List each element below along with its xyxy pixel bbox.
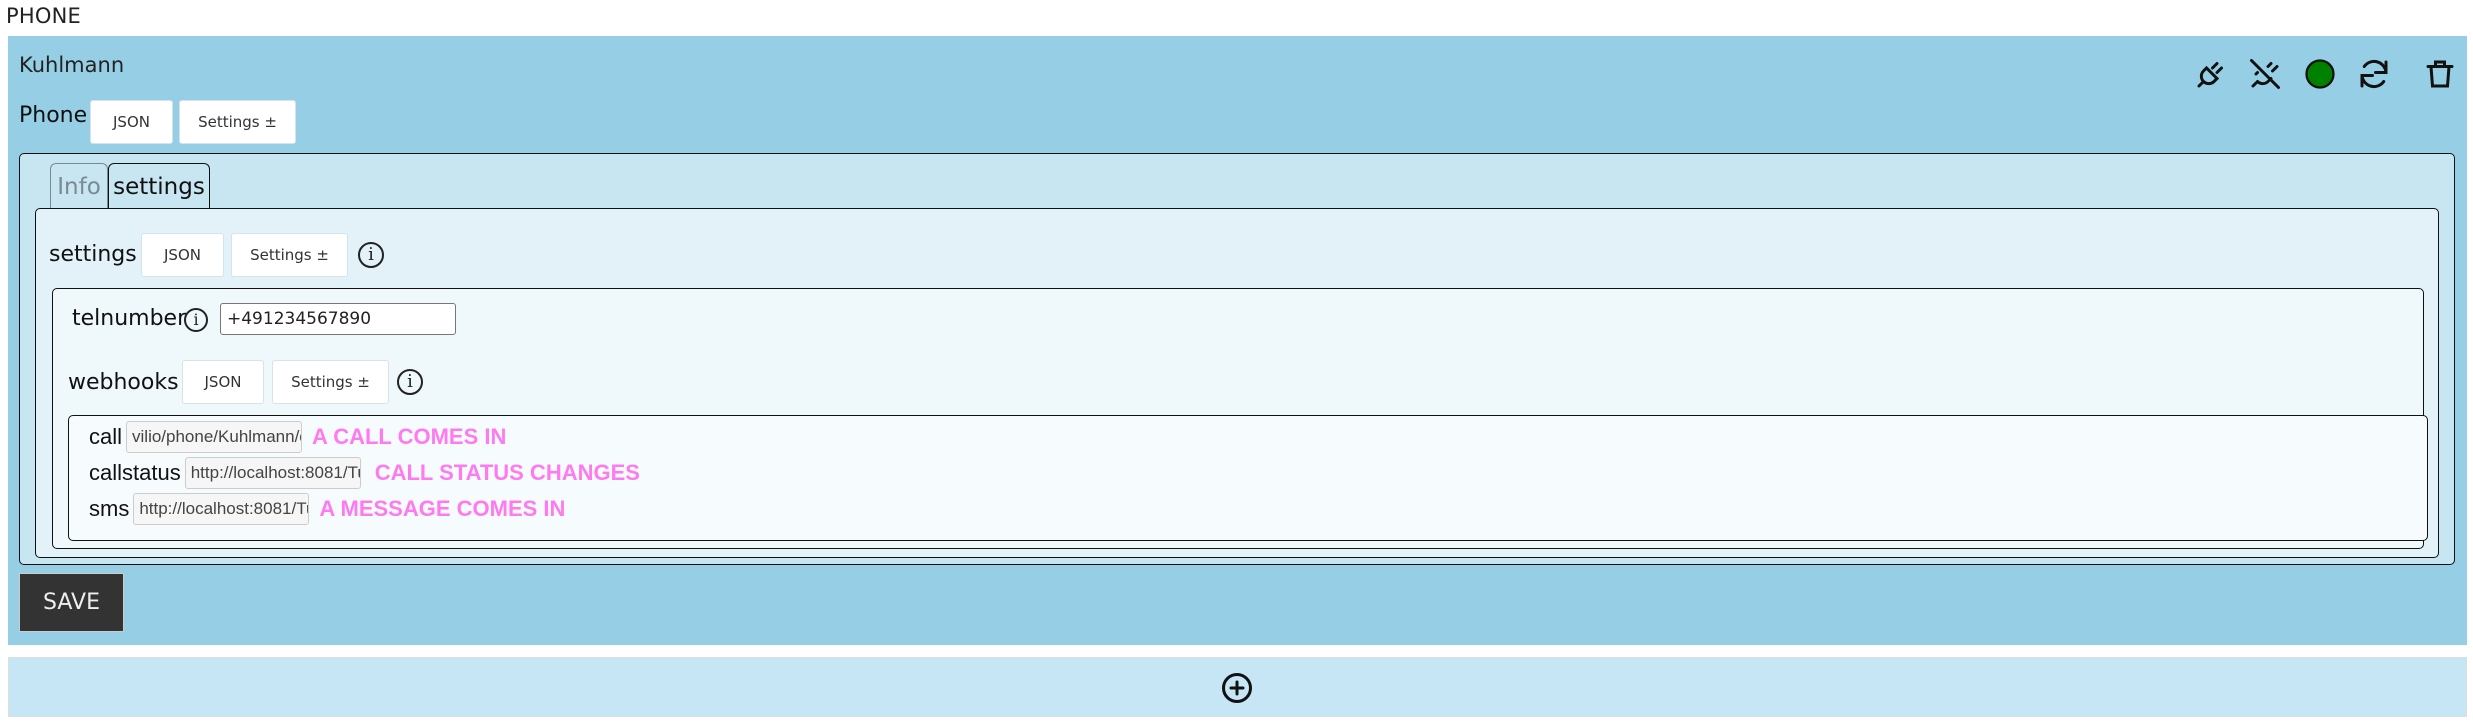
webhooks-json-button[interactable]: JSON — [182, 360, 264, 404]
telnumber-input[interactable] — [220, 303, 456, 335]
webhook-label: sms — [89, 496, 130, 521]
section-title: PHONE — [6, 4, 81, 28]
tab-settings[interactable]: settings — [108, 163, 210, 209]
webhooks-settings-button[interactable]: Settings ± — [272, 360, 389, 404]
settings-info-icon[interactable]: i — [358, 242, 384, 268]
webhooks-label: webhooks — [68, 370, 179, 395]
tab-info[interactable]: Info — [50, 163, 108, 209]
entity-settings-button[interactable]: Settings ± — [179, 100, 296, 144]
refresh-icon[interactable] — [2356, 56, 2392, 92]
webhook-call-input[interactable]: vilio/phone/Kuhlmann/call — [126, 421, 303, 453]
webhook-label: callstatus — [89, 460, 181, 485]
tabs-container: Info settings settings JSON Settings ± i… — [19, 153, 2455, 565]
plus-circle-icon[interactable] — [1219, 670, 1255, 706]
webhook-label: call — [89, 424, 123, 449]
webhooks-info-icon[interactable]: i — [397, 369, 423, 395]
settings-label: settings — [49, 242, 137, 267]
webhook-note: CALL STATUS CHANGES — [374, 460, 640, 485]
entity-name: Kuhlmann — [19, 53, 125, 77]
save-button[interactable]: SAVE — [19, 573, 124, 632]
webhook-note: A MESSAGE COMES IN — [319, 496, 566, 521]
settings-panel: settings JSON Settings ± i telnumber i w… — [35, 208, 2439, 558]
telnumber-info-icon[interactable]: i — [184, 308, 208, 332]
status-dot — [2305, 59, 2335, 89]
webhook-row-call: call vilio/phone/Kuhlmann/call A CALL CO… — [89, 420, 506, 454]
telnumber-label: telnumber — [72, 306, 187, 331]
webhook-note: A CALL COMES IN — [312, 424, 507, 449]
entity-type-label: Phone — [19, 103, 88, 128]
settings-fields-box: telnumber i webhooks JSON Settings ± i c… — [52, 288, 2428, 549]
webhook-row-sms: sms http://localhost:8081/Tutc A MESSAGE… — [89, 492, 565, 526]
settings-json-button[interactable]: JSON — [141, 233, 224, 277]
webhook-sms-input[interactable]: http://localhost:8081/Tutc — [133, 493, 310, 525]
add-entity-bar[interactable] — [8, 657, 2467, 717]
entity-json-button[interactable]: JSON — [90, 100, 173, 144]
settings-settings-button[interactable]: Settings ± — [231, 233, 348, 277]
phone-entity-panel: Kuhlmann Phone JSON Settings ± Info sett… — [8, 36, 2467, 645]
webhook-row-callstatus: callstatus http://localhost:8081/Tutc CA… — [89, 456, 640, 490]
webhook-callstatus-input[interactable]: http://localhost:8081/Tutc — [184, 457, 361, 489]
webhooks-box: call vilio/phone/Kuhlmann/call A CALL CO… — [68, 415, 2428, 541]
status-dot-icon — [2305, 59, 2335, 89]
plug-off-icon[interactable] — [2247, 56, 2283, 92]
trash-icon[interactable] — [2422, 56, 2458, 92]
plug-icon[interactable] — [2193, 56, 2229, 92]
